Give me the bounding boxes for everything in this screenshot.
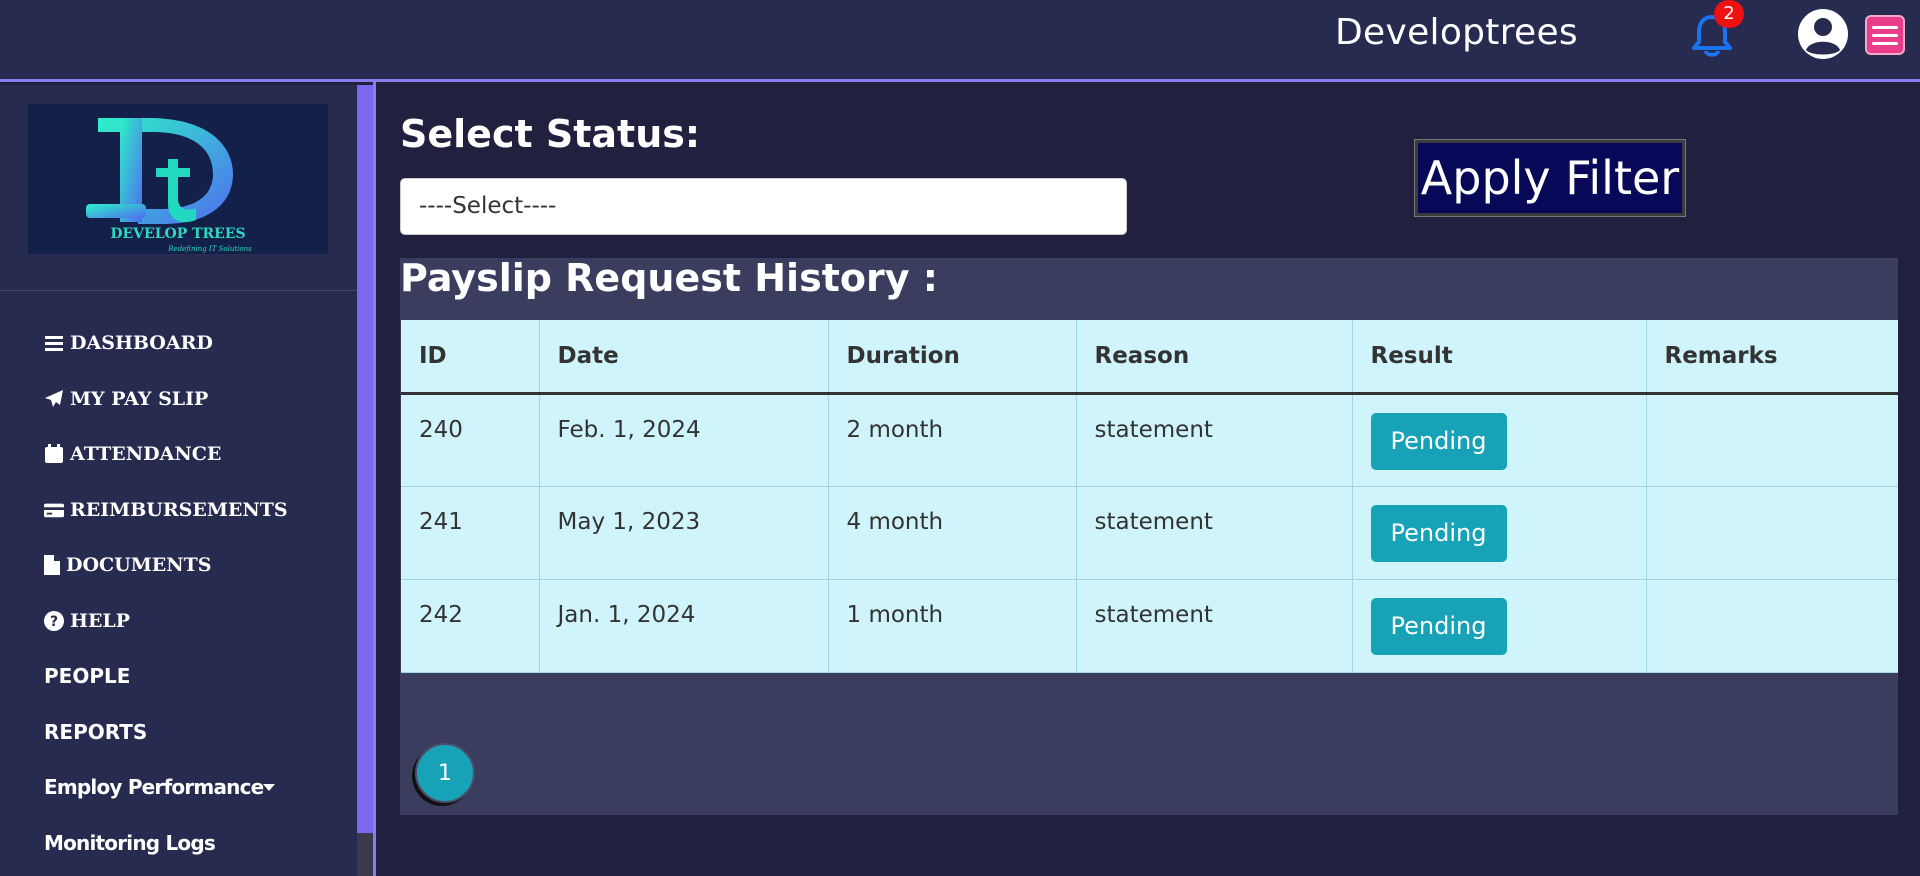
menu-line [1872, 25, 1898, 29]
sidebar-item-label: DOCUMENTS [66, 554, 212, 576]
cell-id: 241 [401, 486, 540, 580]
cell-remarks [1646, 393, 1898, 487]
column-header: Result [1352, 320, 1647, 395]
sidebar-item-attendance[interactable]: ATTENDANCE [44, 439, 221, 469]
pending-status-button[interactable]: Pending [1370, 597, 1507, 655]
column-header: ID [401, 320, 540, 395]
pagination-page-button[interactable]: 1 [415, 743, 475, 803]
credit-card-icon [44, 503, 64, 518]
sidebar-item-label: Monitoring Logs [44, 831, 216, 855]
cell-reason: statement [1076, 579, 1353, 673]
caret-down-icon [263, 784, 276, 791]
question-circle-icon: ? [44, 611, 64, 631]
svg-text:DEVELOP TREES: DEVELOP TREES [110, 226, 245, 242]
column-header: Reason [1076, 320, 1353, 395]
cell-date: Jan. 1, 2024 [539, 579, 829, 673]
sidebar-item-documents[interactable]: DOCUMENTS [44, 550, 211, 580]
sidebar-scrollbar-thumb[interactable] [357, 85, 373, 833]
table-row: 241 May 1, 2023 4 month statement Pendin… [401, 486, 1898, 580]
bars-icon [45, 336, 63, 351]
cell-remarks [1646, 579, 1898, 673]
menu-line [1872, 33, 1898, 37]
sidebar-item-label: ATTENDANCE [70, 443, 222, 465]
cell-duration: 4 month [828, 486, 1077, 580]
sidebar-divider [0, 290, 357, 291]
column-header: Duration [828, 320, 1077, 395]
cell-remarks [1646, 486, 1898, 580]
paper-plane-icon [45, 390, 63, 407]
sidebar-item-label: PEOPLE [44, 664, 131, 688]
user-avatar-icon[interactable] [1797, 8, 1849, 60]
sidebar-item-label: MY PAY SLIP [70, 388, 209, 410]
sidebar-item-people[interactable]: PEOPLE [44, 661, 130, 691]
column-header: Remarks [1646, 320, 1898, 395]
cell-result: Pending [1352, 393, 1647, 487]
sidebar-item-reimbursements[interactable]: REIMBURSEMENTS [44, 495, 288, 525]
apply-filter-button[interactable]: Apply Filter [1414, 139, 1686, 217]
sidebar-item-label: Employ Performance [44, 775, 264, 799]
menu-line [1872, 41, 1898, 45]
file-icon [44, 555, 60, 575]
sidebar-item-my-pay-slip[interactable]: MY PAY SLIP [44, 384, 208, 414]
table-row: 240 Feb. 1, 2024 2 month statement Pendi… [401, 393, 1898, 487]
table-row: 242 Jan. 1, 2024 1 month statement Pendi… [401, 579, 1898, 673]
company-logo: DEVELOP TREES Redefining IT Solutions [28, 104, 328, 254]
notification-badge: 2 [1714, 0, 1744, 28]
sidebar-item-help[interactable]: ? HELP [44, 606, 130, 636]
sidebar-item-reports[interactable]: REPORTS [44, 717, 147, 747]
column-header: Date [539, 320, 829, 395]
cell-id: 242 [401, 579, 540, 673]
cell-result: Pending [1352, 579, 1647, 673]
cell-date: May 1, 2023 [539, 486, 829, 580]
cell-date: Feb. 1, 2024 [539, 393, 829, 487]
sidebar: DEVELOP TREES Redefining IT Solutions [0, 85, 357, 876]
history-title: Payslip Request History : [400, 256, 938, 300]
hamburger-menu-button[interactable] [1865, 15, 1905, 55]
sidebar-item-monitoring-logs[interactable]: Monitoring Logs [44, 828, 216, 858]
svg-text:?: ? [50, 614, 58, 630]
cell-result: Pending [1352, 486, 1647, 580]
brand-title: Developtrees [1335, 12, 1578, 53]
pending-status-button[interactable]: Pending [1370, 504, 1507, 562]
sidebar-item-employ-performance[interactable]: Employ Performance [44, 772, 276, 802]
sidebar-border [373, 82, 376, 876]
table-header-row: ID Date Duration Reason Result Remarks [401, 320, 1898, 395]
sidebar-item-label: HELP [70, 610, 131, 632]
top-bar: Developtrees 2 [0, 0, 1920, 82]
calendar-icon [45, 444, 63, 463]
cell-reason: statement [1076, 486, 1353, 580]
sidebar-item-dashboard[interactable]: DASHBOARD [44, 328, 213, 358]
sidebar-item-label: REPORTS [44, 720, 148, 744]
cell-duration: 2 month [828, 393, 1077, 487]
payslip-history-table: ID Date Duration Reason Result Remarks 2… [401, 320, 1898, 673]
svg-text:Redefining IT Solutions: Redefining IT Solutions [167, 245, 252, 253]
cell-id: 240 [401, 393, 540, 487]
cell-reason: statement [1076, 393, 1353, 487]
status-select[interactable]: ----Select---- [400, 178, 1127, 235]
pending-status-button[interactable]: Pending [1370, 412, 1507, 470]
select-status-label: Select Status: [400, 112, 701, 156]
cell-duration: 1 month [828, 579, 1077, 673]
sidebar-item-label: DASHBOARD [70, 332, 213, 354]
sidebar-item-label: REIMBURSEMENTS [70, 499, 288, 521]
